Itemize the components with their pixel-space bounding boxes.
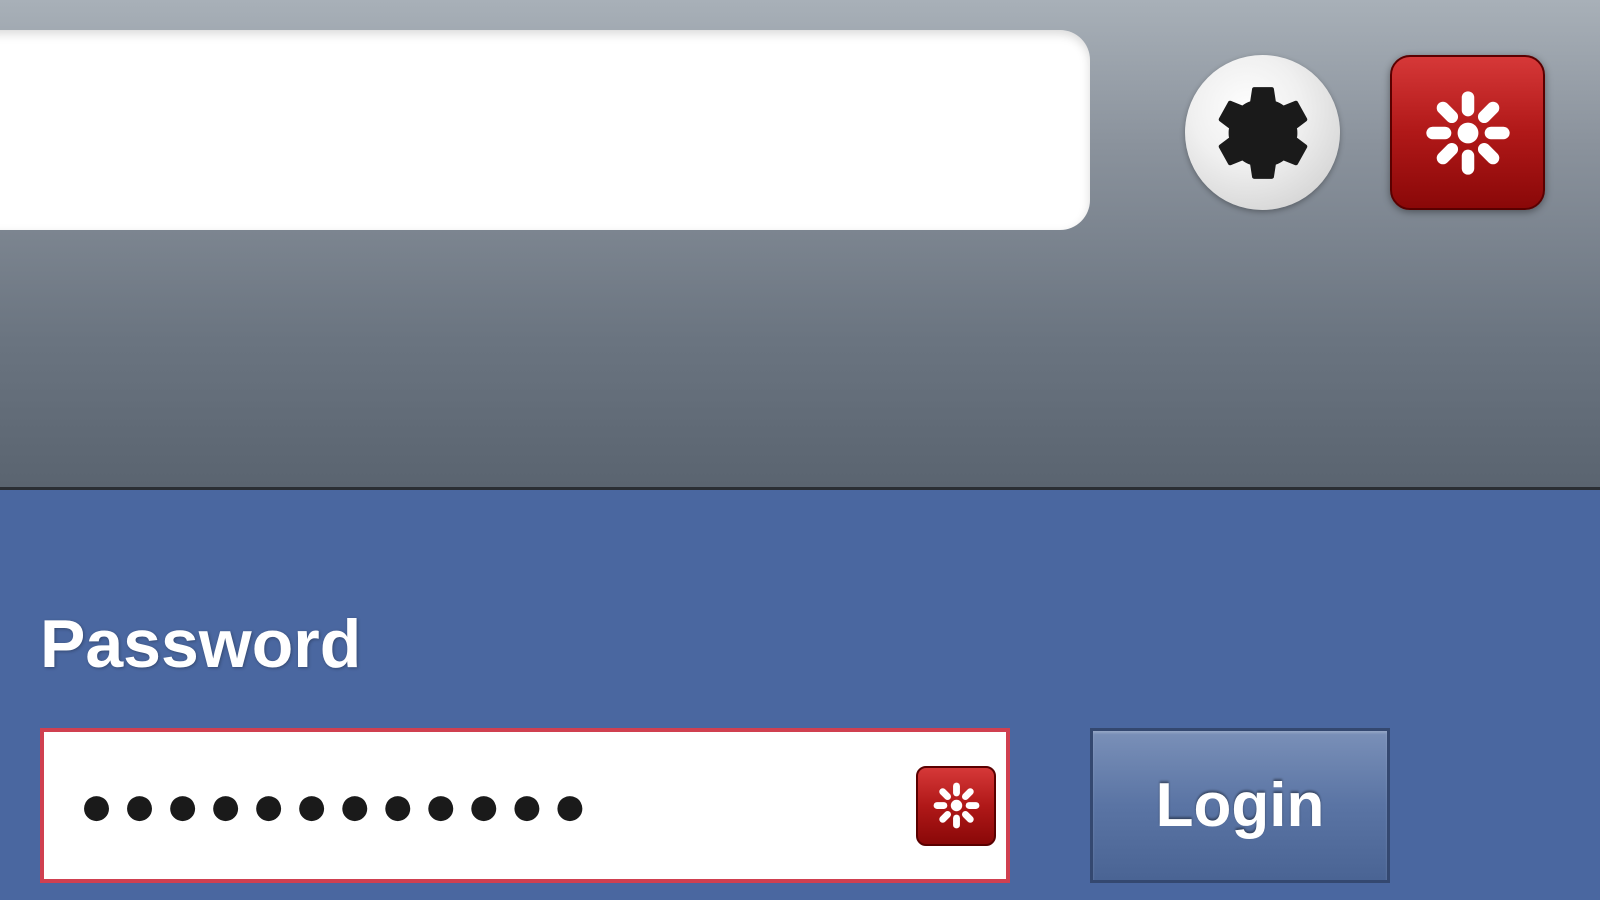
settings-button[interactable] [1185, 55, 1340, 210]
lastpass-autofill-button[interactable] [916, 766, 996, 846]
browser-toolbar [0, 0, 1600, 490]
lastpass-icon [929, 778, 984, 833]
login-page: Password ●●●●●●●●●●●● [0, 490, 1600, 900]
login-button[interactable]: Login [1090, 728, 1390, 883]
gear-icon [1208, 78, 1318, 188]
address-bar[interactable] [0, 30, 1090, 230]
password-label: Password [40, 605, 1560, 683]
password-field[interactable]: ●●●●●●●●●●●● [79, 772, 595, 839]
lastpass-extension-button[interactable] [1390, 55, 1545, 210]
password-field-wrapper[interactable]: ●●●●●●●●●●●● [40, 728, 1010, 883]
login-row: ●●●●●●●●●●●● Lo [40, 728, 1560, 883]
lastpass-icon [1418, 83, 1518, 183]
